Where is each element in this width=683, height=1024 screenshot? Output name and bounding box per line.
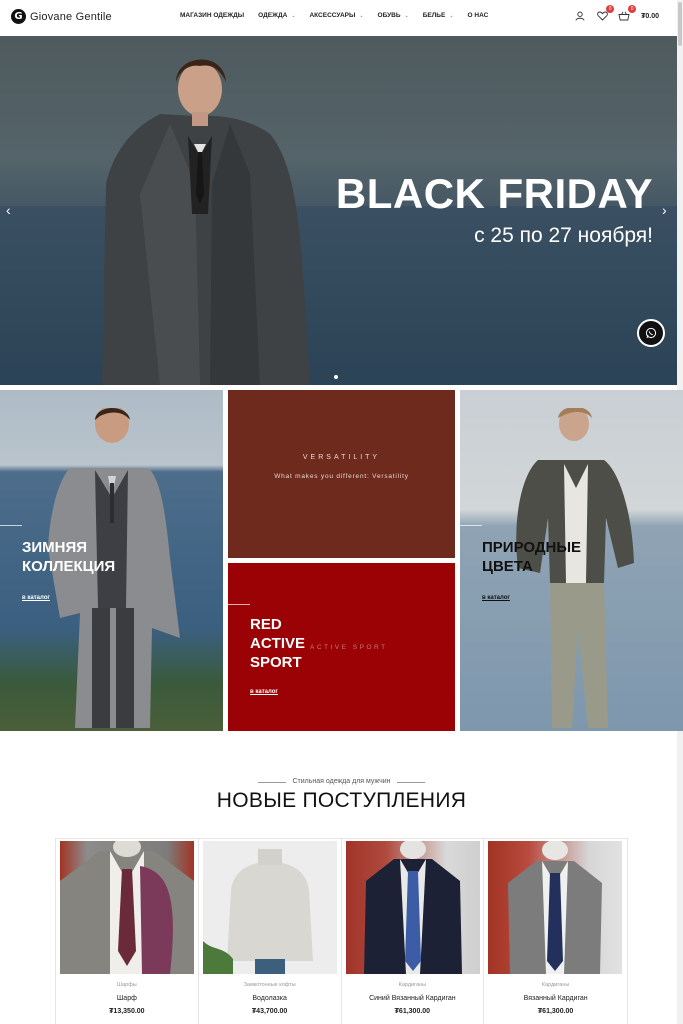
user-icon[interactable]: [574, 10, 586, 22]
cart-total[interactable]: ₮0.00: [641, 13, 659, 20]
product-card[interactable]: Замкотонные кофты Водолазка ₮43,700.00: [199, 839, 342, 1024]
hero-model-image: [102, 59, 310, 385]
hero-subtitle: с 25 по 27 ноября!: [474, 224, 653, 247]
section-kicker: Стильная одежда для мужчин: [292, 778, 391, 785]
tile-heading-line: ЗИМНЯЯ: [22, 539, 88, 556]
header-actions: 0 0 ₮0.00: [574, 5, 659, 22]
chevron-down-icon: ⌄: [291, 12, 296, 19]
tile-heading-line: ACTIVE: [250, 635, 306, 652]
slider-next-arrow-icon[interactable]: ›: [662, 202, 667, 218]
product-card[interactable]: Шарфы Шарф ₮13,350.00: [56, 839, 199, 1024]
nav-item-label: БЕЛЬЕ: [422, 12, 446, 19]
logo-mark: G: [11, 9, 26, 24]
site-header: G Giovane Gentile МАГАЗИН ОДЕЖДЫ ОДЕЖДА ⌄…: [0, 0, 683, 36]
tile-natural-colors[interactable]: ПРИРОДНЫЕ ЦВЕТА в каталог: [460, 390, 683, 731]
wishlist-count-badge: 0: [606, 5, 615, 13]
tile-heading-line: КОЛЛЕКЦИЯ: [22, 558, 116, 575]
tile-heading-line: ПРИРОДНЫЕ: [482, 539, 582, 556]
scrollbar-thumb[interactable]: [678, 2, 682, 46]
slider-dot[interactable]: [334, 375, 338, 379]
product-image[interactable]: [345, 841, 480, 974]
chevron-down-icon: ⌄: [359, 12, 364, 19]
nav-item-label: О НАС: [467, 12, 489, 19]
nav-item-label: МАГАЗИН ОДЕЖДЫ: [180, 12, 245, 19]
product-price: ₮43,700.00: [251, 1008, 288, 1015]
section-title: НОВЫЕ ПОСТУПЛЕНИЯ: [216, 789, 467, 812]
product-category[interactable]: Кардиганы: [342, 982, 484, 988]
product-category[interactable]: Шарфы: [56, 982, 198, 988]
tile-divider-line: [460, 525, 482, 526]
nav-item-clothing-store[interactable]: МАГАЗИН ОДЕЖДЫ: [180, 12, 244, 19]
logo[interactable]: G Giovane Gentile: [11, 9, 112, 24]
product-name[interactable]: Синий Вязанный Кардиган: [342, 995, 484, 1002]
product-image[interactable]: [60, 841, 194, 974]
main-nav: МАГАЗИН ОДЕЖДЫ ОДЕЖДА ⌄ АКСЕССУАРЫ ⌄ ОБУВЬ…: [180, 12, 502, 19]
product-card[interactable]: Кардиганы Вязанный Кардиган ₮61,300.00: [484, 839, 627, 1024]
product-grid: Шарфы Шарф ₮13,350.00 Замкотонные кофты …: [55, 838, 628, 1024]
product-name[interactable]: Шарф: [56, 995, 198, 1002]
versatility-title: VERSATILITY: [302, 454, 381, 461]
tile-versatility[interactable]: VERSATILITY What makes you different: Ve…: [228, 390, 455, 558]
nav-item-about[interactable]: О НАС: [468, 12, 489, 19]
product-image[interactable]: [488, 841, 623, 974]
heart-icon: [596, 11, 608, 21]
chevron-down-icon: ⌄: [404, 12, 409, 19]
nav-item-label: ОБУВЬ: [377, 12, 401, 19]
product-price: ₮13,350.00: [109, 1008, 145, 1015]
product-price: ₮61,300.00: [394, 1008, 431, 1015]
catalog-link[interactable]: в каталог: [482, 595, 510, 601]
hero-slider: BLACK FRIDAY с 25 по 27 ноября! ‹ ›: [0, 36, 677, 385]
nav-item-label: ОДЕЖДА: [258, 12, 288, 19]
basket-icon: [618, 11, 630, 21]
whatsapp-button[interactable]: [637, 319, 665, 347]
catalog-link[interactable]: в каталог: [250, 689, 278, 695]
product-name[interactable]: Вязанный Кардиган: [484, 995, 627, 1002]
nav-item-accessories[interactable]: АКСЕССУАРЫ ⌄: [309, 12, 363, 19]
tile-heading-line: ЦВЕТА: [482, 558, 533, 575]
chevron-down-icon: ⌄: [449, 12, 454, 19]
tile-heading: RED ACTIVE SPORT: [250, 615, 305, 672]
versatility-subtitle: What makes you different: Versatility: [274, 473, 409, 480]
product-category[interactable]: Кардиганы: [484, 982, 627, 988]
tile-heading: ЗИМНЯЯ КОЛЛЕКЦИЯ: [22, 538, 115, 576]
tile-heading: ПРИРОДНЫЕ ЦВЕТА: [482, 538, 581, 576]
product-price: ₮61,300.00: [537, 1008, 574, 1015]
tile-winter-collection[interactable]: ЗИМНЯЯ КОЛЛЕКЦИЯ в каталог: [0, 390, 223, 731]
cart-count-badge: 0: [628, 5, 637, 13]
tile-red-active-sport[interactable]: ACTIVE SPORT RED ACTIVE SPORT в каталог: [228, 563, 455, 731]
nav-item-label: АКСЕССУАРЫ: [309, 12, 356, 19]
cart-button[interactable]: 0: [618, 5, 637, 22]
catalog-link[interactable]: в каталог: [22, 595, 50, 601]
wishlist-button[interactable]: 0: [596, 5, 615, 22]
nav-item-shoes[interactable]: ОБУВЬ ⌄: [378, 12, 409, 19]
ghost-text: ACTIVE SPORT: [310, 644, 388, 651]
tile-divider-line: [0, 525, 22, 526]
product-name[interactable]: Водолазка: [199, 995, 341, 1002]
tile-heading-line: SPORT: [250, 654, 302, 671]
product-category[interactable]: Замкотонные кофты: [199, 982, 341, 988]
nav-item-clothing[interactable]: ОДЕЖДА ⌄: [258, 12, 295, 19]
hero-title: BLACK FRIDAY: [335, 170, 653, 217]
tile-heading-line: RED: [250, 616, 282, 633]
tile-divider-line: [228, 604, 250, 605]
logo-text: Giovane Gentile: [30, 10, 112, 23]
nav-item-underwear[interactable]: БЕЛЬЕ ⌄: [423, 12, 454, 19]
slider-prev-arrow-icon[interactable]: ‹: [6, 202, 11, 218]
whatsapp-icon: [645, 327, 657, 339]
product-card[interactable]: Кардиганы Синий Вязанный Кардиган ₮61,30…: [342, 839, 485, 1024]
product-image[interactable]: [202, 841, 337, 974]
